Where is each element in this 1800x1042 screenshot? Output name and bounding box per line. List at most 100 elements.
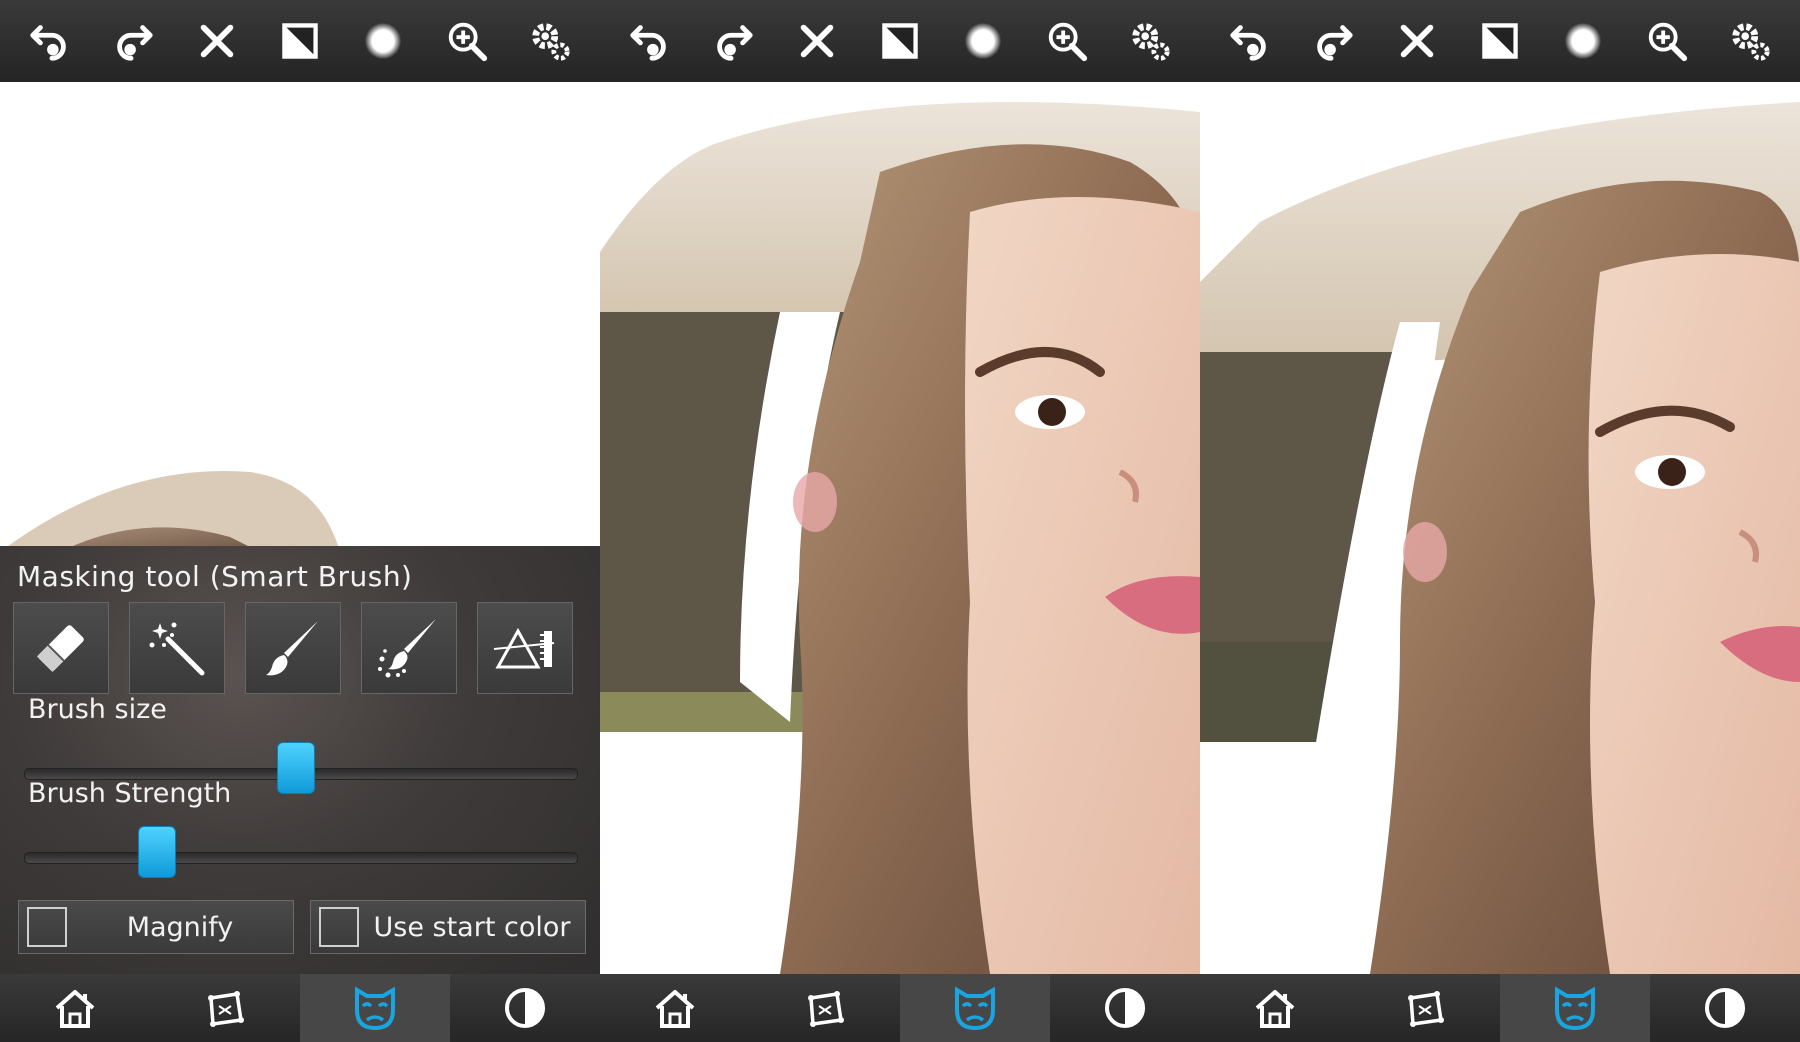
top-toolbar <box>0 0 600 82</box>
top-toolbar <box>600 0 1200 82</box>
brush-icon <box>266 621 318 676</box>
mask-tab[interactable] <box>1500 974 1650 1042</box>
bottom-navbar <box>0 974 600 1042</box>
use-start-color-checkbox[interactable] <box>319 907 359 947</box>
invert-mask-button[interactable] <box>874 15 926 67</box>
undo-icon <box>1230 25 1266 61</box>
smart-brush-icon <box>378 619 436 678</box>
zoom-button[interactable] <box>1041 15 1093 67</box>
settings-icon <box>1732 23 1770 61</box>
eraser-tool-button[interactable] <box>13 602 109 694</box>
brush-tool-button[interactable] <box>245 602 341 694</box>
top-toolbar <box>1200 0 1800 82</box>
magic-wand-tool-button[interactable] <box>129 602 225 694</box>
transform-tab[interactable] <box>1350 974 1500 1042</box>
undo-button[interactable] <box>624 15 676 67</box>
close-icon <box>800 24 833 58</box>
tool-selector <box>13 602 573 694</box>
use-start-color-label: Use start color <box>373 911 571 943</box>
magnify-label: Magnify <box>126 911 234 943</box>
image-canvas[interactable] <box>1200 82 1800 974</box>
image-canvas[interactable] <box>600 82 1200 974</box>
undo-button[interactable] <box>24 15 76 67</box>
adjust-tab[interactable] <box>1050 974 1200 1042</box>
home-icon <box>1255 990 1295 1028</box>
screen-1: Masking tool (Smart Brush) Brush size Br… <box>0 0 600 1042</box>
brush-shape-icon <box>965 22 1002 60</box>
photo-preview-rough-mask <box>600 82 1200 974</box>
brush-strength-slider[interactable] <box>24 826 578 878</box>
brush-size-label: Brush size <box>28 694 167 725</box>
cancel-button[interactable] <box>191 15 243 67</box>
transform-tab[interactable] <box>150 974 300 1042</box>
brush-strength-label: Brush Strength <box>28 778 232 809</box>
photo-preview-refined-mask <box>1200 82 1800 974</box>
brush-shape-button[interactable] <box>357 15 409 67</box>
mask-tab[interactable] <box>900 974 1050 1042</box>
invert-mask-icon <box>1482 23 1518 59</box>
adjust-tab[interactable] <box>1650 974 1800 1042</box>
zoom-button[interactable] <box>1641 15 1693 67</box>
adjust-tab[interactable] <box>450 974 600 1042</box>
settings-button[interactable] <box>1724 15 1776 67</box>
invert-mask-button[interactable] <box>1474 15 1526 67</box>
home-tab[interactable] <box>600 974 750 1042</box>
home-icon <box>655 990 695 1028</box>
redo-icon <box>1317 25 1353 61</box>
eraser-icon <box>36 625 84 673</box>
cancel-button[interactable] <box>791 15 843 67</box>
adjust-icon <box>1105 988 1145 1028</box>
masking-panel: Masking tool (Smart Brush) Brush size Br… <box>0 546 600 974</box>
redo-icon <box>117 25 153 61</box>
undo-button[interactable] <box>1224 15 1276 67</box>
magnify-toggle[interactable]: Magnify <box>18 900 294 954</box>
home-tab[interactable] <box>0 974 150 1042</box>
adjust-icon <box>1705 988 1745 1028</box>
undo-icon <box>630 25 666 61</box>
mask-icon <box>955 986 995 1031</box>
redo-icon <box>717 25 753 61</box>
settings-icon <box>532 23 570 61</box>
use-start-color-toggle[interactable]: Use start color <box>310 900 586 954</box>
brush-strength-slider-thumb[interactable] <box>138 826 176 878</box>
screen-2 <box>600 0 1200 1042</box>
mask-tab[interactable] <box>300 974 450 1042</box>
zoom-in-icon <box>448 22 487 62</box>
screen-3 <box>1200 0 1800 1042</box>
transform-tab[interactable] <box>750 974 900 1042</box>
gradient-tool-button[interactable] <box>477 602 573 694</box>
brush-size-slider-thumb[interactable] <box>277 742 315 794</box>
redo-button[interactable] <box>107 15 159 67</box>
panel-title: Masking tool (Smart Brush) <box>17 560 413 593</box>
smart-brush-tool-button[interactable] <box>361 602 457 694</box>
brush-shape-icon <box>1565 22 1602 60</box>
bottom-navbar <box>1200 974 1800 1042</box>
home-tab[interactable] <box>1200 974 1350 1042</box>
mask-icon <box>1555 986 1595 1031</box>
transform-icon <box>1408 991 1444 1027</box>
gradient-icon <box>493 627 555 669</box>
zoom-in-icon <box>1048 22 1087 62</box>
redo-button[interactable] <box>707 15 759 67</box>
magic-wand-icon <box>149 622 205 676</box>
close-icon <box>1400 24 1433 58</box>
invert-mask-icon <box>282 23 318 59</box>
brush-shape-button[interactable] <box>957 15 1009 67</box>
adjust-icon <box>505 988 545 1028</box>
settings-button[interactable] <box>1124 15 1176 67</box>
redo-button[interactable] <box>1307 15 1359 67</box>
magnify-checkbox[interactable] <box>27 907 67 947</box>
close-icon <box>200 24 233 58</box>
invert-mask-button[interactable] <box>274 15 326 67</box>
transform-icon <box>208 991 244 1027</box>
transform-icon <box>808 991 844 1027</box>
home-icon <box>55 990 95 1028</box>
screens-container: Masking tool (Smart Brush) Brush size Br… <box>0 0 1800 1042</box>
cancel-button[interactable] <box>1391 15 1443 67</box>
undo-icon <box>30 25 66 61</box>
settings-icon <box>1132 23 1170 61</box>
brush-shape-icon <box>365 22 402 60</box>
zoom-button[interactable] <box>441 15 493 67</box>
settings-button[interactable] <box>524 15 576 67</box>
brush-shape-button[interactable] <box>1557 15 1609 67</box>
